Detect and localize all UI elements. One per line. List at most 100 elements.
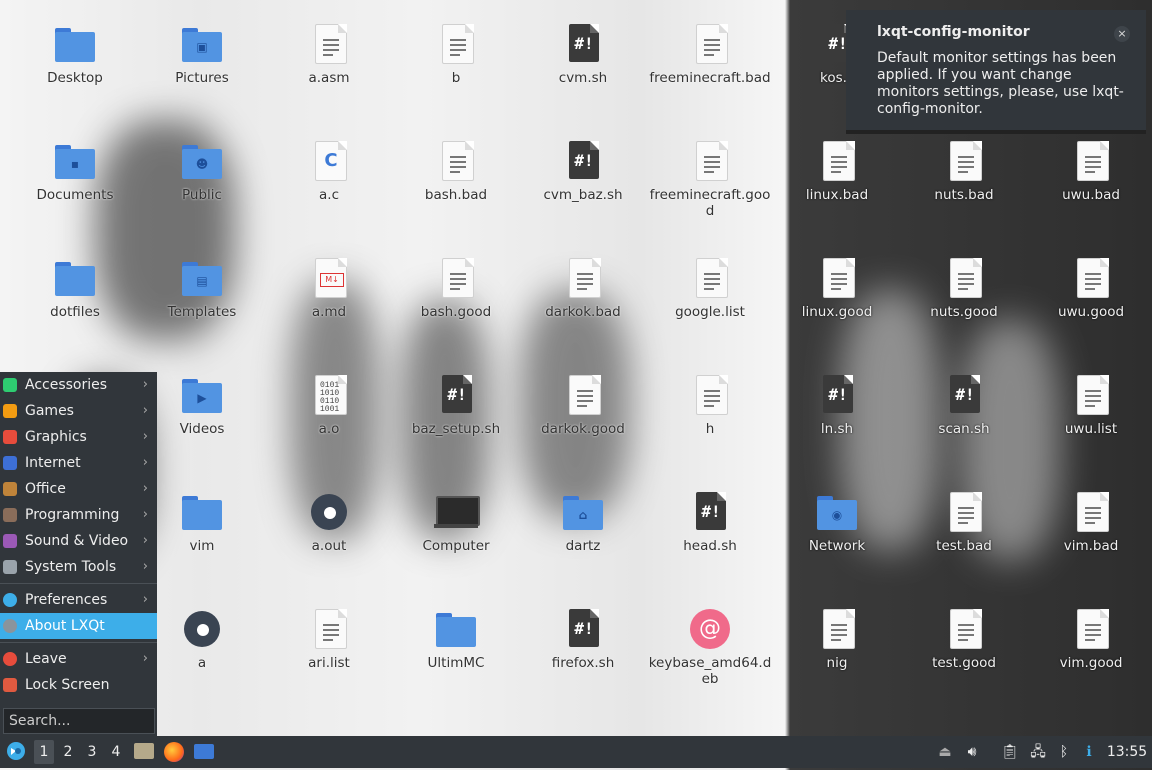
firefox-launcher[interactable] bbox=[164, 740, 186, 764]
desktop-icon-desktop[interactable]: Desktop bbox=[13, 22, 137, 86]
clock[interactable]: 13:55 bbox=[1104, 740, 1150, 764]
desktop-icon-scan-sh[interactable]: #! scan.sh bbox=[902, 373, 1026, 437]
desktop-icon-uwu-list[interactable]: uwu.list bbox=[1029, 373, 1152, 437]
desktop-icon-b[interactable]: b bbox=[394, 22, 518, 86]
desktop-icon-label: ari.list bbox=[308, 655, 350, 671]
notification-icon[interactable]: ℹ bbox=[1080, 740, 1098, 764]
desktop-icon-cvm-sh[interactable]: #! cvm.sh bbox=[521, 22, 645, 86]
menu-item-programming[interactable]: Programming › bbox=[0, 502, 157, 528]
desktop-icon-label: Templates bbox=[167, 304, 237, 320]
menu-item-lock-screen[interactable]: Lock Screen bbox=[0, 672, 157, 698]
desktop-icon-documents[interactable]: ▪ Documents bbox=[13, 139, 137, 203]
menu-item-system-tools[interactable]: System Tools › bbox=[0, 554, 157, 580]
desktop-icon-pictures[interactable]: ▣ Pictures bbox=[140, 22, 264, 86]
chevron-right-icon: › bbox=[142, 651, 148, 666]
desktop-icon-baz-setup-sh[interactable]: #! baz_setup.sh bbox=[394, 373, 518, 437]
desktop-icon-label: freeminecraft.bad bbox=[649, 70, 771, 86]
desktop-icon-ultimmc[interactable]: UltimMC bbox=[394, 607, 518, 671]
desktop-icon-nig[interactable]: nig bbox=[775, 607, 899, 671]
desktop-icon-uwu-bad[interactable]: uwu.bad bbox=[1029, 139, 1152, 203]
desktop-icon-nuts-bad[interactable]: nuts.bad bbox=[902, 139, 1026, 203]
workspace-4[interactable]: 4 bbox=[106, 740, 126, 764]
workspace-2[interactable]: 2 bbox=[58, 740, 78, 764]
tray-eject-icon[interactable]: ⏏ bbox=[936, 740, 954, 764]
desktop-icon-a-out[interactable]: a.out bbox=[267, 490, 391, 554]
desktop-icon-dotfiles[interactable]: dotfiles bbox=[13, 256, 137, 320]
menu-item-graphics[interactable]: Graphics › bbox=[0, 424, 157, 450]
menu-item-sound-video[interactable]: Sound & Video › bbox=[0, 528, 157, 554]
preferences-icon bbox=[3, 593, 17, 607]
network-icon[interactable]: 🖧 bbox=[1028, 740, 1048, 764]
desktop-icon-label: a.o bbox=[318, 421, 340, 437]
desktop-icon-a-c[interactable]: Ca.c bbox=[267, 139, 391, 203]
menu-item-internet[interactable]: Internet › bbox=[0, 450, 157, 476]
power-icon bbox=[3, 652, 17, 666]
desktop-icon-linux-good[interactable]: linux.good bbox=[775, 256, 899, 320]
desktop-icon-freeminecraft-good[interactable]: freeminecraft.good bbox=[648, 139, 772, 219]
desktop-icon-bash-bad[interactable]: bash.bad bbox=[394, 139, 518, 203]
file-manager-icon bbox=[134, 743, 154, 759]
menu-item-preferences[interactable]: Preferences › bbox=[0, 587, 157, 613]
folder-icon: ☻ bbox=[180, 139, 224, 183]
desktop-icon-label: nuts.bad bbox=[934, 187, 994, 203]
category-icon bbox=[3, 560, 17, 574]
search-input[interactable]: Search... bbox=[3, 708, 155, 734]
text-file-icon bbox=[307, 607, 351, 651]
desktop-icon-test-good[interactable]: test.good bbox=[902, 607, 1026, 671]
menu-item-office[interactable]: Office › bbox=[0, 476, 157, 502]
desktop-icon-a-o[interactable]: 0101 1010 0110 1001 a.o bbox=[267, 373, 391, 437]
close-icon[interactable]: × bbox=[1114, 26, 1130, 42]
desktop-icon-videos[interactable]: ▶ Videos bbox=[140, 373, 264, 437]
bluetooth-icon[interactable]: ᛒ bbox=[1055, 740, 1073, 764]
workspace-3[interactable]: 3 bbox=[82, 740, 102, 764]
desktop-icon-label: firefox.sh bbox=[551, 655, 615, 671]
menu-item-games[interactable]: Games › bbox=[0, 398, 157, 424]
desktop-icon-cvm-baz-sh[interactable]: #! cvm_baz.sh bbox=[521, 139, 645, 203]
desktop-icon-a-md[interactable]: M↓ a.md bbox=[267, 256, 391, 320]
desktop-icon-dartz[interactable]: ⌂ dartz bbox=[521, 490, 645, 554]
desktop-icon-darkok-good[interactable]: darkok.good bbox=[521, 373, 645, 437]
desktop-icon-test-bad[interactable]: test.bad bbox=[902, 490, 1026, 554]
desktop-icon-templates[interactable]: ▤ Templates bbox=[140, 256, 264, 320]
desktop-icon-a[interactable]: a bbox=[140, 607, 264, 671]
desktop-icon-freeminecraft-bad[interactable]: freeminecraft.bad bbox=[648, 22, 772, 86]
desktop-icon-label: h bbox=[705, 421, 715, 437]
desktop-icon-darkok-bad[interactable]: darkok.bad bbox=[521, 256, 645, 320]
clipboard-icon[interactable]: 📋︎ bbox=[1000, 740, 1020, 764]
desktop-icon-head-sh[interactable]: #! head.sh bbox=[648, 490, 772, 554]
menu-item-accessories[interactable]: Accessories › bbox=[0, 372, 157, 398]
desktop-icon-keybase-amd64-deb[interactable]: @ keybase_amd64.deb bbox=[648, 607, 772, 687]
desktop-icon-vim[interactable]: vim bbox=[140, 490, 264, 554]
desktop-icon-ln-sh[interactable]: #! ln.sh bbox=[775, 373, 899, 437]
desktop-icon-linux-bad[interactable]: linux.bad bbox=[775, 139, 899, 203]
desktop-icon-vim-good[interactable]: vim.good bbox=[1029, 607, 1152, 671]
desktop-icon-firefox-sh[interactable]: #! firefox.sh bbox=[521, 607, 645, 671]
desktop-icon-network[interactable]: ◉ Network bbox=[775, 490, 899, 554]
desktop-icon-label: baz_setup.sh bbox=[411, 421, 501, 437]
desktop-icon-computer[interactable]: Computer bbox=[394, 490, 518, 554]
desktop-icon-ari-list[interactable]: ari.list bbox=[267, 607, 391, 671]
file-manager-launcher[interactable] bbox=[134, 740, 156, 764]
desktop-icon-h[interactable]: h bbox=[648, 373, 772, 437]
desktop-icon-bash-good[interactable]: bash.good bbox=[394, 256, 518, 320]
desktop-icon-label: uwu.list bbox=[1064, 421, 1118, 437]
desktop-icon-a-asm[interactable]: a.asm bbox=[267, 22, 391, 86]
menu-item-leave[interactable]: Leave › bbox=[0, 646, 157, 672]
desktop-icon-uwu-good[interactable]: uwu.good bbox=[1029, 256, 1152, 320]
desktop-icon-nuts-good[interactable]: nuts.good bbox=[902, 256, 1026, 320]
desktop-icon-vim-bad[interactable]: vim.bad bbox=[1029, 490, 1152, 554]
workspace-1[interactable]: 1 bbox=[34, 740, 54, 764]
volume-icon[interactable]: 🔊︎ bbox=[962, 740, 982, 764]
desktop-icon-public[interactable]: ☻ Public bbox=[140, 139, 264, 203]
folder-icon bbox=[53, 22, 97, 66]
start-menu-button[interactable] bbox=[4, 740, 28, 764]
desktop-icon-label: uwu.good bbox=[1057, 304, 1125, 320]
desktop-icon-label: vim.good bbox=[1059, 655, 1123, 671]
menu-item-about[interactable]: About LXQt bbox=[0, 613, 157, 639]
notification-popup[interactable]: lxqt-config-monitor Default monitor sett… bbox=[846, 10, 1146, 134]
desktop-icon-label: vim bbox=[189, 538, 215, 554]
desktop-icon-google-list[interactable]: google.list bbox=[648, 256, 772, 320]
menu-item-label: Accessories bbox=[25, 377, 108, 393]
desktop-icon-label: nuts.good bbox=[930, 304, 998, 320]
show-desktop-launcher[interactable] bbox=[194, 740, 216, 764]
